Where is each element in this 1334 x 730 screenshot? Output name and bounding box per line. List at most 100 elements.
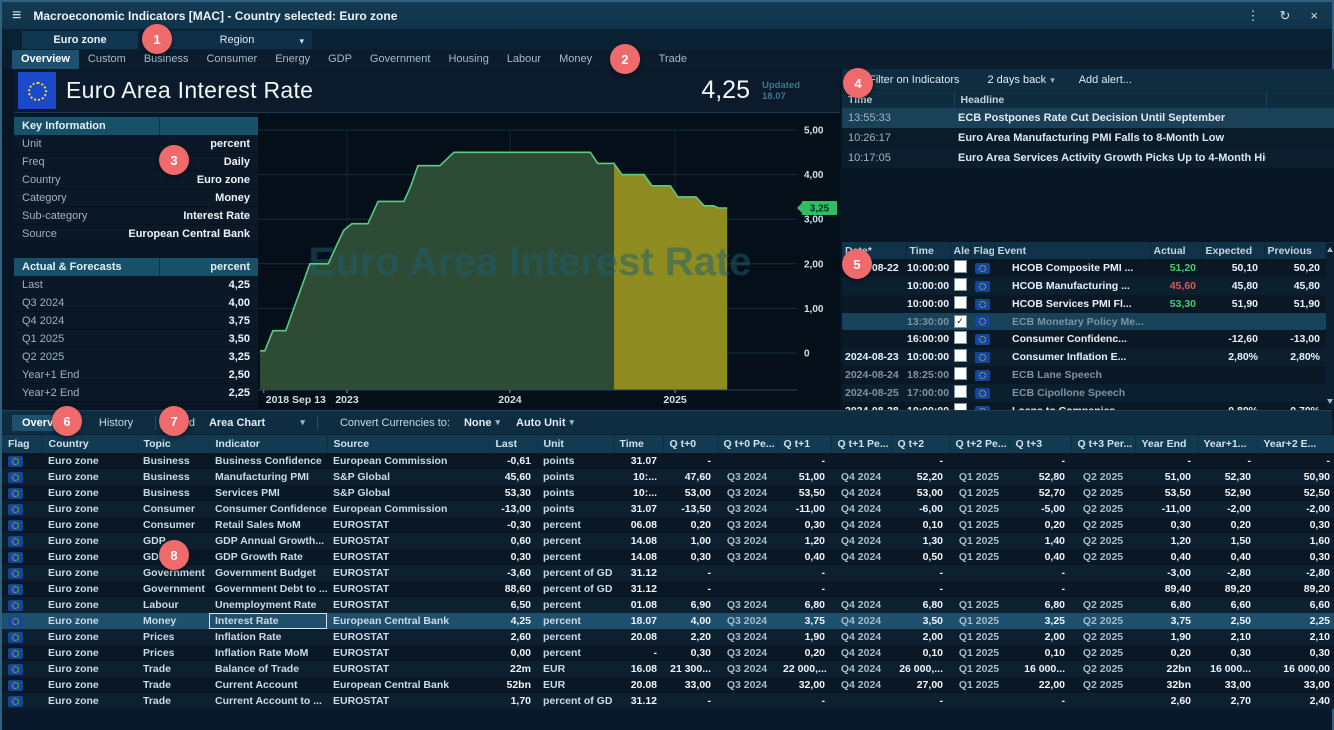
grid-col[interactable]: Last [489, 435, 537, 453]
grid-toolbar: Overview History Grid Area Chart▾ Conver… [2, 410, 1332, 435]
grid-cell [831, 453, 891, 469]
grid-row[interactable]: Euro zoneTradeCurrent Account to ...EURO… [2, 693, 1334, 709]
tab-consumer[interactable]: Consumer [197, 50, 266, 69]
alert-checkbox[interactable] [954, 278, 967, 291]
menu-icon[interactable]: ≡ [2, 7, 31, 25]
tab-housing[interactable]: Housing [439, 50, 497, 69]
grid-row[interactable]: Euro zoneTradeCurrent AccountEuropean Ce… [2, 677, 1334, 693]
grid-col[interactable]: Q t+0 [663, 435, 717, 453]
country-selector[interactable]: Euro zone [22, 31, 138, 49]
grid-row[interactable]: Euro zoneBusinessBusiness ConfidenceEuro… [2, 453, 1334, 469]
grid-cell: - [777, 581, 831, 597]
calendar-row[interactable]: 10:00:00 HCOB Manufacturing ... 45,60 45… [842, 277, 1334, 295]
tab-labour[interactable]: Labour [498, 50, 550, 69]
grid-col[interactable]: Country [42, 435, 137, 453]
news-toolbar: Filter on Indicators 2 days back▾ Add al… [842, 69, 1334, 91]
grid-row[interactable]: Euro zoneTradeBalance of TradeEUROSTAT22… [2, 661, 1334, 677]
svg-text:2,00: 2,00 [804, 259, 824, 270]
grid-row[interactable]: Euro zoneConsumerConsumer ConfidenceEuro… [2, 501, 1334, 517]
tab-energy[interactable]: Energy [266, 50, 319, 69]
grid-row[interactable]: Euro zonePricesInflation RateEUROSTAT2,6… [2, 629, 1334, 645]
grid-row[interactable]: Euro zoneGovernmentGovernment Debt to ..… [2, 581, 1334, 597]
chart-type-dropdown[interactable]: Area Chart▾ [209, 417, 305, 429]
grid-col[interactable]: Q t+2 [891, 435, 949, 453]
tab-overview[interactable]: Overview [12, 50, 79, 69]
grid-col[interactable]: Year+1... [1197, 435, 1257, 453]
news-row[interactable]: 13:55:33ECB Postpones Rate Cut Decision … [842, 108, 1334, 128]
grid-col[interactable]: Q t+0 Pe... [717, 435, 777, 453]
calendar-row[interactable]: 10:00:00 HCOB Services PMI Fl... 53,30 5… [842, 295, 1334, 313]
grid-row[interactable]: Euro zoneGovernmentGovernment BudgetEURO… [2, 565, 1334, 581]
lookback-dropdown[interactable]: 2 days back▾ [987, 74, 1054, 86]
calendar-row[interactable]: 2024-08-22 10:00:00 HCOB Composite PMI .… [842, 259, 1334, 277]
tab-money[interactable]: Money [550, 50, 601, 69]
grid-cell: Q1 2025 [949, 597, 1009, 613]
grid-cell: 21 300... [663, 661, 717, 677]
grid-row[interactable]: Euro zoneMoneyInterest RateEuropean Cent… [2, 613, 1334, 629]
kebab-menu-icon[interactable]: ⋮ [1247, 8, 1260, 24]
grid-cell: -3,00 [1135, 565, 1197, 581]
grid-row[interactable]: Euro zoneBusinessServices PMIS&P Global5… [2, 485, 1334, 501]
grid-col[interactable]: Indicator [209, 435, 327, 453]
grid-col[interactable]: Year+2 E... [1257, 435, 1334, 453]
auto-unit-dropdown[interactable]: Auto Unit▾ [516, 417, 574, 429]
calendar-row[interactable]: 2024-08-23 10:00:00 Consumer Inflation E… [842, 348, 1334, 366]
grid-cell: 31.12 [613, 693, 663, 709]
grid-col[interactable]: Unit [537, 435, 613, 453]
grid-row[interactable]: Euro zoneGDPGDP Growth RateEUROSTAT0,30p… [2, 549, 1334, 565]
grid-row[interactable]: Euro zoneBusinessManufacturing PMIS&P Gl… [2, 469, 1334, 485]
grid-col[interactable]: Q t+1 Pe... [831, 435, 891, 453]
add-alert-button[interactable]: Add alert... [1079, 74, 1132, 86]
calendar-row[interactable]: 13:30:00 ✓ ECB Monetary Policy Me... [842, 313, 1334, 330]
tab-custom[interactable]: Custom [79, 50, 135, 69]
alert-checkbox[interactable] [954, 296, 967, 309]
grid-cell: 6,80 [891, 597, 949, 613]
calendar-row[interactable]: 2024-08-25 17:00:00 ECB Cipollone Speech [842, 384, 1334, 402]
tab-trade[interactable]: Trade [650, 50, 696, 69]
grid-col[interactable]: Q t+2 Pe... [949, 435, 1009, 453]
alert-checkbox[interactable] [954, 367, 967, 380]
alert-checkbox[interactable] [954, 260, 967, 273]
grid-col[interactable]: Topic [137, 435, 209, 453]
grid-row[interactable]: Euro zoneLabourUnemployment RateEUROSTAT… [2, 597, 1334, 613]
grid-col[interactable]: Time [613, 435, 663, 453]
scroll-up-icon[interactable] [1327, 247, 1333, 252]
tab-history[interactable]: History [89, 415, 143, 431]
refresh-icon[interactable]: ↻ [1280, 8, 1291, 24]
alert-checkbox[interactable] [954, 331, 967, 344]
grid-cell: 0,30 [663, 645, 717, 661]
tab-gdp[interactable]: GDP [319, 50, 361, 69]
region-selector[interactable]: Region ▾ [162, 31, 312, 49]
grid-col[interactable]: Q t+3 [1009, 435, 1071, 453]
grid-cell: 0,20 [777, 645, 831, 661]
grid-col[interactable]: Year End [1135, 435, 1197, 453]
calendar-scrollbar[interactable] [1326, 243, 1334, 409]
grid-col[interactable]: Flag [2, 435, 42, 453]
tab-business[interactable]: Business [135, 50, 198, 69]
news-row[interactable]: 10:17:05Euro Area Services Activity Grow… [842, 148, 1334, 168]
grid-cell: -6,00 [891, 501, 949, 517]
close-icon[interactable]: × [1310, 8, 1318, 24]
rate-chart[interactable]: Euro Area Interest Rate5,004,003,002,001… [258, 113, 840, 409]
alert-checkbox[interactable]: ✓ [954, 315, 967, 328]
grid-row[interactable]: Euro zonePricesInflation Rate MoMEUROSTA… [2, 645, 1334, 661]
grid-row[interactable]: Euro zoneGDPGDP Annual Growth...EUROSTAT… [2, 533, 1334, 549]
grid-cell: Q3 2024 [717, 613, 777, 629]
grid-cell: - [663, 693, 717, 709]
news-row[interactable]: 10:26:17Euro Area Manufacturing PMI Fall… [842, 128, 1334, 148]
grid-col[interactable]: Q t+1 [777, 435, 831, 453]
calendar-row[interactable]: 16:00:00 Consumer Confidenc... -12,60 -1… [842, 330, 1334, 348]
alert-checkbox[interactable] [954, 385, 967, 398]
calendar-row[interactable]: 2024-08-24 18:25:00 ECB Lane Speech [842, 366, 1334, 384]
grid-col[interactable]: Source [327, 435, 489, 453]
calendar-col: Previous [1264, 242, 1326, 259]
grid-col[interactable]: Q t+3 Per... [1071, 435, 1135, 453]
alert-checkbox[interactable] [954, 349, 967, 362]
grid-cell: 89,40 [1135, 581, 1197, 597]
grid-cell: Q2 2025 [1071, 533, 1135, 549]
tab-government[interactable]: Government [361, 50, 440, 69]
grid-row[interactable]: Euro zoneConsumerRetail Sales MoMEUROSTA… [2, 517, 1334, 533]
scroll-down-icon[interactable] [1327, 399, 1333, 404]
grid-cell: Q1 2025 [949, 661, 1009, 677]
currency-dropdown[interactable]: None▾ [464, 417, 500, 429]
